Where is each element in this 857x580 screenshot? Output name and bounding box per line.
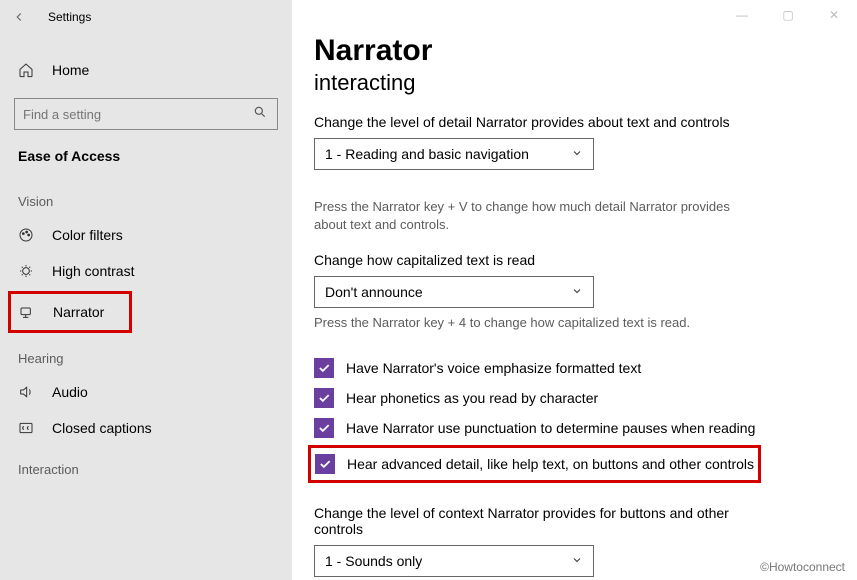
home-label: Home [52, 62, 89, 78]
checkbox-icon [314, 388, 334, 408]
maximize-button[interactable]: ▢ [765, 0, 811, 30]
sidebar-item-high-contrast[interactable]: High contrast [0, 253, 292, 289]
checkbox-emphasize-formatted[interactable]: Have Narrator's voice emphasize formatte… [314, 353, 827, 383]
audio-icon [18, 384, 38, 400]
sidebar-item-closed-captions[interactable]: Closed captions [0, 410, 292, 446]
sidebar-item-color-filters[interactable]: Color filters [0, 217, 292, 253]
checkbox-label: Have Narrator use punctuation to determi… [346, 420, 755, 436]
dropdown-value: Don't announce [325, 284, 423, 300]
checkbox-punctuation[interactable]: Have Narrator use punctuation to determi… [314, 413, 827, 443]
caps-label: Change how capitalized text is read [314, 252, 827, 268]
caps-help-text: Press the Narrator key + 4 to change how… [314, 314, 734, 332]
dropdown-value: 1 - Reading and basic navigation [325, 146, 529, 162]
detail-level-label: Change the level of detail Narrator prov… [314, 114, 827, 130]
search-box[interactable] [14, 98, 278, 130]
chevron-down-icon [571, 284, 583, 300]
checkbox-icon [314, 418, 334, 438]
chevron-down-icon [571, 553, 583, 569]
sidebar-item-label: High contrast [52, 263, 134, 279]
narrator-icon [19, 304, 39, 320]
titlebar: Settings [0, 0, 292, 34]
page-subtitle: interacting [314, 70, 827, 96]
sidebar-item-audio[interactable]: Audio [0, 374, 292, 410]
checkbox-phonetics[interactable]: Hear phonetics as you read by character [314, 383, 827, 413]
checkbox-label: Hear advanced detail, like help text, on… [347, 456, 754, 472]
back-icon[interactable] [10, 8, 28, 26]
home-button[interactable]: Home [0, 52, 292, 88]
detail-help-text: Press the Narrator key + V to change how… [314, 198, 734, 234]
sidebar-item-narrator[interactable]: Narrator [8, 291, 132, 333]
app-title: Settings [48, 10, 91, 24]
search-icon [253, 105, 269, 124]
home-icon [18, 62, 38, 78]
highlighted-checkbox: Hear advanced detail, like help text, on… [308, 445, 761, 483]
search-input[interactable] [23, 107, 253, 122]
caps-dropdown[interactable]: Don't announce [314, 276, 594, 308]
palette-icon [18, 227, 38, 243]
dropdown-value: 1 - Sounds only [325, 553, 422, 569]
window-controls: — ▢ ✕ [719, 0, 857, 30]
detail-level-dropdown[interactable]: 1 - Reading and basic navigation [314, 138, 594, 170]
checkbox-label: Hear phonetics as you read by character [346, 390, 598, 406]
sidebar: Settings Home Ease of Access Vision Colo… [0, 0, 292, 580]
sidebar-item-label: Narrator [53, 304, 104, 320]
content-pane: — ▢ ✕ Narrator interacting Change the le… [292, 0, 857, 580]
sidebar-item-label: Closed captions [52, 420, 152, 436]
context-dropdown[interactable]: 1 - Sounds only [314, 545, 594, 577]
sidebar-item-label: Color filters [52, 227, 123, 243]
page-title: Narrator [314, 34, 827, 68]
contrast-icon [18, 263, 38, 279]
group-vision: Vision [0, 178, 292, 217]
checkbox-icon [314, 358, 334, 378]
checkbox-advanced-detail[interactable]: Hear advanced detail, like help text, on… [315, 454, 754, 474]
checkbox-icon [315, 454, 335, 474]
group-interaction: Interaction [0, 446, 292, 485]
chevron-down-icon [571, 146, 583, 162]
sidebar-item-label: Audio [52, 384, 88, 400]
minimize-button[interactable]: — [719, 0, 765, 30]
group-hearing: Hearing [0, 335, 292, 374]
checkbox-label: Have Narrator's voice emphasize formatte… [346, 360, 641, 376]
context-label: Change the level of context Narrator pro… [314, 505, 734, 537]
cc-icon [18, 420, 38, 436]
close-button[interactable]: ✕ [811, 0, 857, 30]
watermark: ©Howtoconnect [760, 560, 845, 574]
section-header: Ease of Access [0, 148, 292, 178]
